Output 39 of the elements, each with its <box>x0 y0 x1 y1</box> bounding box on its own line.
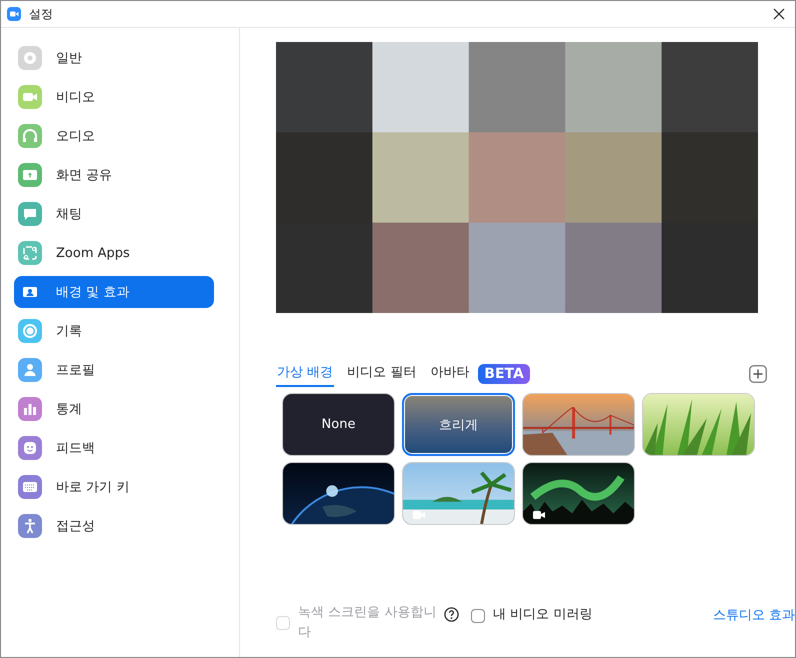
sidebar-item[interactable]: 오디오 <box>14 120 214 152</box>
mirror-label: 내 비디오 미러링 <box>493 606 592 624</box>
sidebar-item[interactable]: 통계 <box>14 393 214 425</box>
help-icon[interactable] <box>444 607 459 622</box>
keyboard-icon <box>18 475 42 499</box>
sidebar-item[interactable]: Zoom Apps <box>14 237 214 269</box>
sidebar-item[interactable]: 배경 및 효과 <box>14 276 214 308</box>
tab[interactable]: 비디오 필터 <box>346 361 418 387</box>
headphones-icon <box>18 124 42 148</box>
bar-chart-icon <box>18 397 42 421</box>
sidebar-item[interactable]: 기록 <box>14 315 214 347</box>
camera-icon <box>18 85 42 109</box>
app-logo-icon <box>7 7 21 21</box>
sidebar-item[interactable]: 비디오 <box>14 81 214 113</box>
sidebar-item[interactable]: 일반 <box>14 42 214 74</box>
sidebar-item[interactable]: 접근성 <box>14 510 214 542</box>
close-icon[interactable] <box>773 8 785 20</box>
tab[interactable]: 아바타 <box>429 361 470 387</box>
share-screen-icon <box>18 163 42 187</box>
beta-badge: BETA <box>478 364 530 384</box>
chroma-key-label: 녹색 스크린을 사용합니다 <box>298 604 438 642</box>
window-title: 설정 <box>29 6 54 22</box>
chat-bubble-icon <box>18 202 42 226</box>
add-icon[interactable] <box>749 365 767 383</box>
sidebar-item[interactable]: 피드백 <box>14 432 214 464</box>
profile-icon <box>18 358 42 382</box>
mirror-checkbox[interactable] <box>471 609 485 623</box>
tab[interactable]: 가상 배경 <box>276 361 334 387</box>
accessibility-icon <box>18 514 42 538</box>
apps-icon <box>18 241 42 265</box>
record-icon <box>18 319 42 343</box>
studio-effects-link[interactable]: 스튜디오 효과 <box>712 606 795 624</box>
background-thumbnail[interactable]: None <box>282 393 395 456</box>
background-thumbnail[interactable]: 흐리게 <box>402 393 515 456</box>
sidebar-item[interactable]: 화면 공유 <box>14 159 214 191</box>
smiley-icon <box>18 436 42 460</box>
sidebar-item[interactable]: 바로 가기 키 <box>14 471 214 503</box>
sidebar-item[interactable]: 프로필 <box>14 354 214 386</box>
sidebar-item[interactable]: 채팅 <box>14 198 214 230</box>
